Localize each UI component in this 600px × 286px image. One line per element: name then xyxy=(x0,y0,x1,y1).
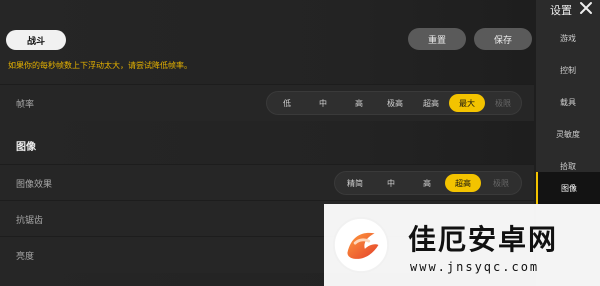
section-title-image: 图像 xyxy=(16,142,36,153)
sidebar-title: 设置 xyxy=(550,5,572,17)
framerate-option[interactable]: 极高 xyxy=(377,92,413,114)
framerate-option[interactable]: 超高 xyxy=(413,92,449,114)
image-effect-label: 图像效果 xyxy=(16,178,53,189)
phoenix-logo xyxy=(332,216,390,274)
sidebar-item-control[interactable]: 控制 xyxy=(536,54,600,86)
image-effect-option[interactable]: 精简 xyxy=(337,172,373,194)
framerate-option[interactable]: 低 xyxy=(269,92,305,114)
framerate-segmented: 低 中 高 极高 超高 最大 极限 xyxy=(266,91,522,115)
mode-tab-battle[interactable]: 战斗 xyxy=(6,30,66,50)
image-effect-option[interactable]: 高 xyxy=(409,172,445,194)
image-effect-option-selected[interactable]: 超高 xyxy=(445,174,481,192)
image-effect-option-disabled: 极限 xyxy=(493,178,509,188)
image-effect-segmented: 精简 中 高 超高 极限 xyxy=(334,171,522,195)
watermark-brand-cn: 佳厄安卓网 xyxy=(408,224,559,255)
image-effect-option[interactable]: 中 xyxy=(373,172,409,194)
framerate-option[interactable]: 中 xyxy=(305,92,341,114)
framerate-option-selected[interactable]: 最大 xyxy=(449,94,485,112)
framerate-label: 帧率 xyxy=(16,98,35,109)
brightness-label: 亮度 xyxy=(16,250,35,261)
sidebar-item-graphics[interactable]: 图像 xyxy=(536,172,600,204)
sidebar-item-sensitivity[interactable]: 灵敏度 xyxy=(536,118,600,150)
sidebar-item-game[interactable]: 游戏 xyxy=(536,22,600,54)
framerate-option-disabled: 极限 xyxy=(495,98,511,108)
framerate-row: 帧率 低 中 高 极高 超高 最大 极限 xyxy=(0,84,534,121)
save-button[interactable]: 保存 xyxy=(474,28,532,50)
framerate-hint: 如果你的每秒帧数上下浮动太大，请尝试降低帧率。 xyxy=(8,61,192,70)
antialias-label: 抗锯齿 xyxy=(16,214,44,225)
image-effect-row: 图像效果 精简 中 高 超高 极限 xyxy=(0,164,534,201)
watermark-brand-url: www.jnsyqc.com xyxy=(410,260,540,274)
watermark: 佳厄安卓网 www.jnsyqc.com xyxy=(324,204,600,286)
reset-button[interactable]: 重置 xyxy=(408,28,466,50)
close-icon[interactable] xyxy=(578,0,594,16)
sidebar-item-vehicle[interactable]: 载具 xyxy=(536,86,600,118)
sidebar-header: 设置 xyxy=(536,0,600,20)
framerate-option[interactable]: 高 xyxy=(341,92,377,114)
